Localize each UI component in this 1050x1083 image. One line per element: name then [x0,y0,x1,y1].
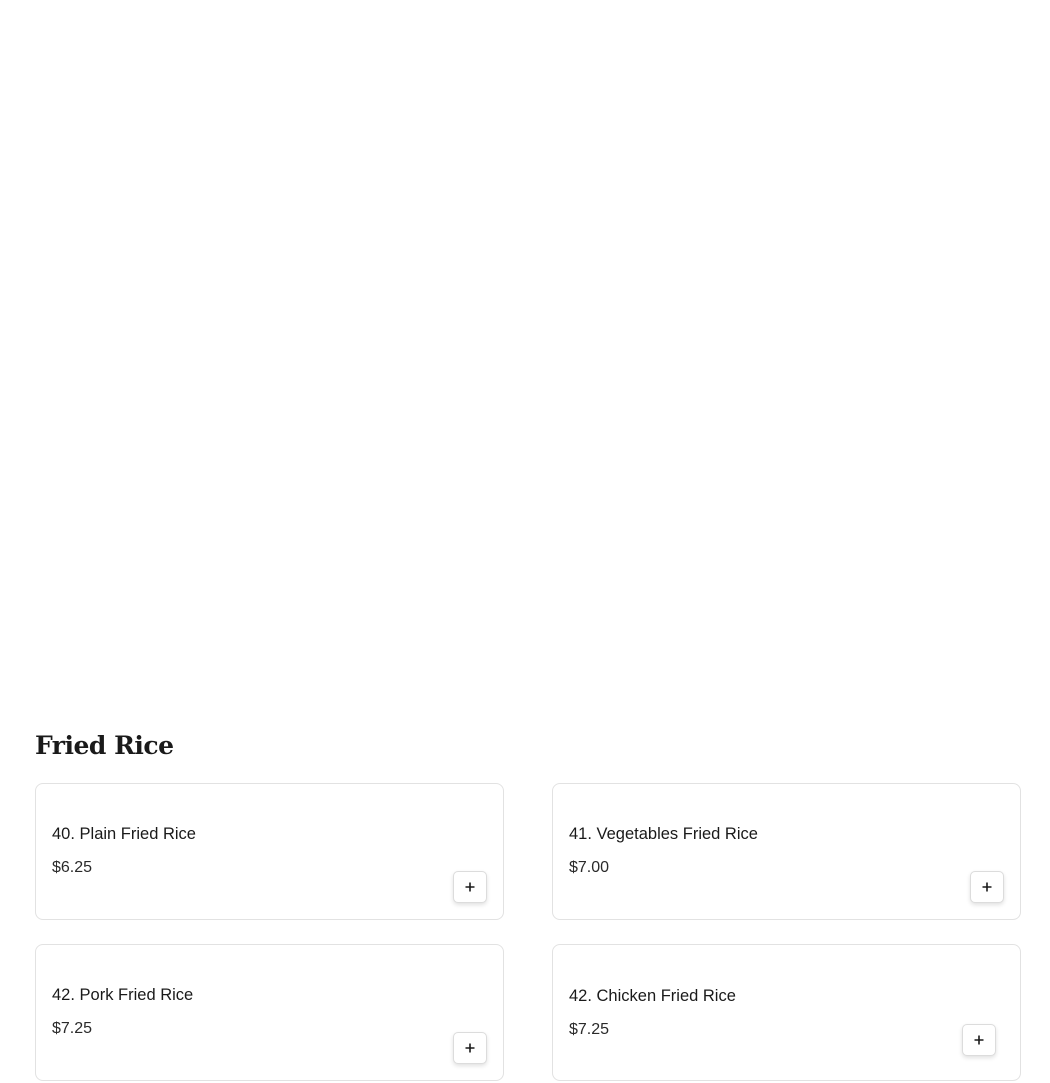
item-price: $7.25 [569,1021,610,1038]
menu-item-card[interactable]: 41. Vegetables Fried Rice $7.00 [552,783,1021,920]
add-item-button[interactable] [453,1032,487,1064]
add-item-button[interactable] [970,871,1004,903]
plus-icon [465,1043,475,1053]
item-price: $7.00 [569,859,610,876]
item-name: 40. Plain Fried Rice [52,825,196,843]
menu-item-card[interactable]: 42. Pork Fried Rice $7.25 [35,944,504,1081]
menu-item-card[interactable]: 40. Plain Fried Rice $6.25 [35,783,504,920]
plus-icon [465,882,475,892]
add-item-button[interactable] [962,1024,996,1056]
menu-page: Fried Rice 40. Plain Fried Rice $6.25 41… [0,0,1050,1083]
section-title: Fried Rice [35,731,174,760]
item-name: 41. Vegetables Fried Rice [569,825,758,843]
item-price: $7.25 [52,1020,93,1037]
menu-item-card[interactable]: 42. Chicken Fried Rice $7.25 [552,944,1021,1081]
item-price: $6.25 [52,859,93,876]
item-name: 42. Pork Fried Rice [52,986,194,1004]
plus-icon [974,1035,984,1045]
plus-icon [982,882,992,892]
add-item-button[interactable] [453,871,487,903]
item-name: 42. Chicken Fried Rice [569,987,736,1005]
